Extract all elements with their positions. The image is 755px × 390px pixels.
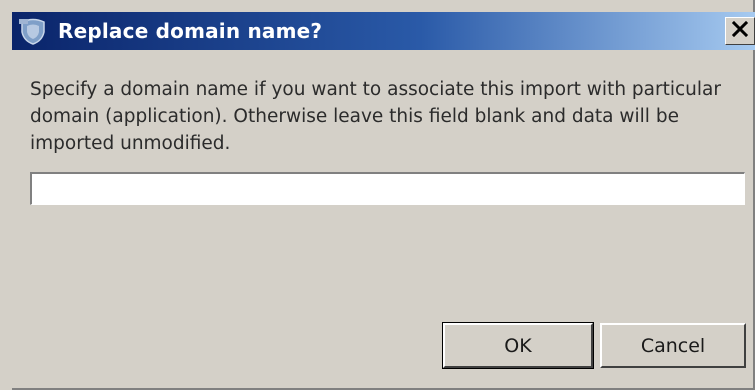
close-button[interactable] [725,17,755,45]
domain-name-input[interactable] [30,172,745,205]
cancel-button[interactable]: Cancel [600,323,746,368]
replace-domain-dialog: Replace domain name? Specify a domain na… [0,0,755,390]
dialog-title: Replace domain name? [58,19,323,43]
app-shield-icon [18,16,48,46]
title-bar[interactable]: Replace domain name? [12,12,755,50]
dialog-description: Specify a domain name if you want to ass… [30,79,721,154]
close-icon [731,20,749,42]
window-left-edge [0,0,12,390]
ok-button[interactable]: OK [442,322,594,369]
